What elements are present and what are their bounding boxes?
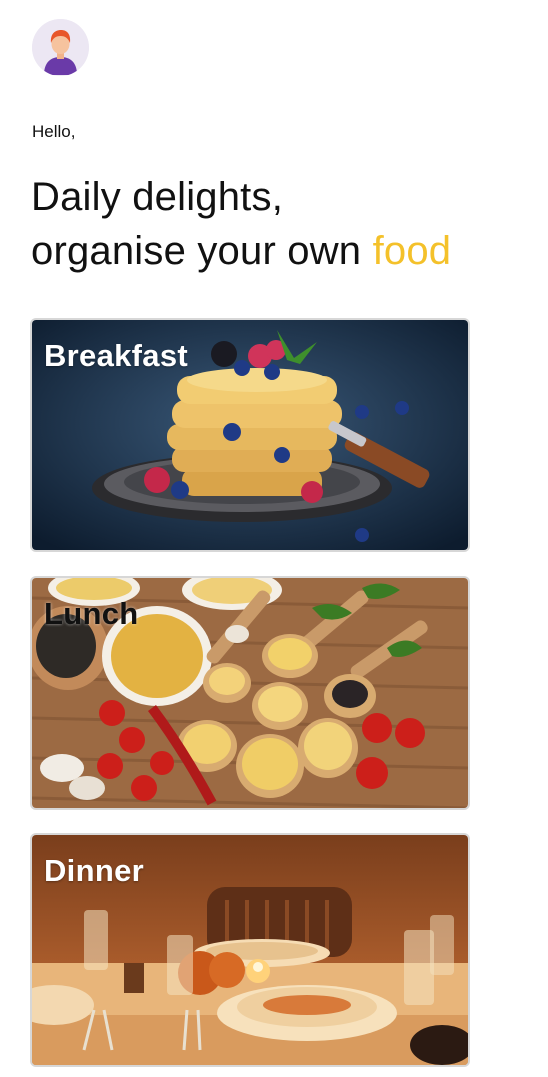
meal-card-title: Lunch (44, 596, 139, 631)
headline-accent-word: food (372, 229, 452, 273)
greeting-text: Hello, (32, 122, 76, 141)
meal-card-title: Dinner (44, 853, 144, 888)
headline-line-1: Daily delights, (31, 175, 284, 219)
meal-card-dinner[interactable]: Dinner (32, 835, 468, 1065)
avatar[interactable] (32, 19, 89, 76)
meal-card-breakfast[interactable]: Breakfast (32, 320, 468, 550)
headline-line-2: organise your own food (31, 224, 451, 278)
meal-card-title: Breakfast (44, 338, 189, 373)
page-title: Daily delights, organise your own food (31, 170, 451, 278)
headline-line-2-text: organise your own (31, 229, 373, 273)
meal-card-lunch[interactable]: Lunch (32, 578, 468, 808)
user-avatar-icon (32, 19, 89, 76)
